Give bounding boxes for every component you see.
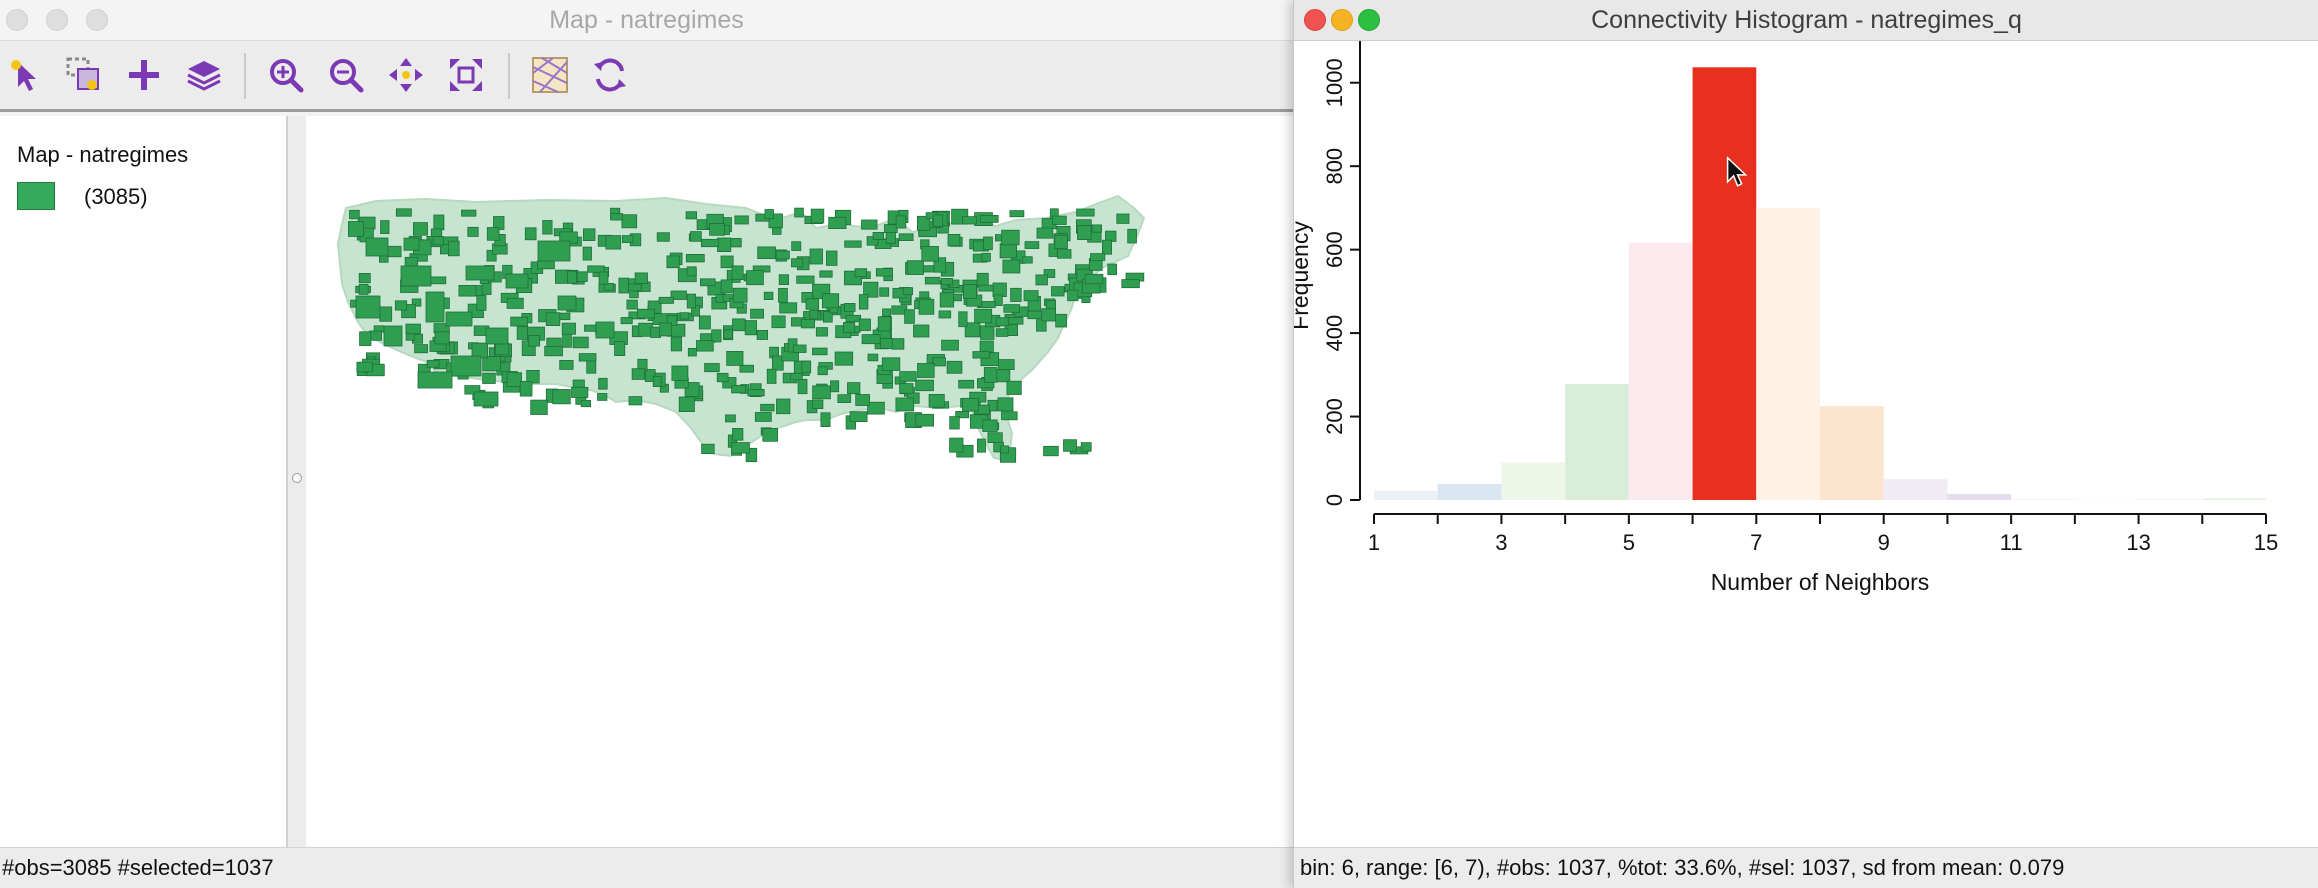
histogram-bar-4[interactable] (1565, 383, 1629, 500)
toolbar-separator (244, 53, 246, 99)
layers-icon (187, 61, 221, 91)
basemap-icon (532, 57, 568, 93)
add-layer-button[interactable] (122, 53, 166, 97)
histogram-status-bar: bin: 6, range: [6, 7), #obs: 1037, %tot:… (1294, 847, 2318, 888)
select-tool-button[interactable] (4, 53, 48, 97)
legend-swatch[interactable] (17, 182, 55, 210)
minimize-button[interactable] (1331, 9, 1353, 31)
x-tick-label: 5 (1623, 530, 1635, 555)
zoom-out-icon (330, 59, 364, 93)
y-tick-label: 800 (1322, 148, 1347, 185)
histogram-bar-3[interactable] (1501, 462, 1566, 500)
histogram-window-title: Connectivity Histogram - natregimes_q (1591, 6, 2022, 34)
fit-extent-button[interactable] (444, 53, 488, 97)
splitter-handle[interactable] (292, 473, 302, 483)
map-window-titlebar[interactable]: Map - natregimes (0, 0, 1293, 41)
histogram-window-titlebar[interactable]: Connectivity Histogram - natregimes_q (1294, 0, 2318, 41)
zoom-button[interactable] (1358, 9, 1380, 31)
histogram-bar-1[interactable] (1374, 490, 1438, 500)
histogram-bar-10[interactable] (1947, 494, 2012, 500)
layers-button[interactable] (182, 53, 226, 97)
zoom-out-button[interactable] (324, 53, 368, 97)
x-tick-label: 3 (1495, 530, 1507, 555)
pane-splitter[interactable] (288, 116, 306, 848)
histogram-bar-6[interactable] (1692, 67, 1757, 500)
legend-title: Map - natregimes (17, 142, 189, 167)
y-tick-label: 400 (1322, 315, 1347, 352)
histogram-bar-8[interactable] (1820, 406, 1884, 500)
minimize-button[interactable] (46, 9, 68, 31)
histogram-bar-13[interactable] (2138, 499, 2203, 500)
histogram-bar-14[interactable] (2202, 498, 2266, 500)
close-button[interactable] (6, 9, 28, 31)
x-tick-label: 13 (2126, 530, 2150, 555)
x-axis-label: Number of Neighbors (1711, 569, 1930, 595)
select-tool-icon (11, 60, 36, 91)
basemap-button[interactable] (528, 53, 572, 97)
map-window: Map - natregimes Map - natregimes (3085)… (0, 0, 1293, 888)
x-tick-label: 11 (2000, 530, 2023, 555)
map-canvas[interactable] (306, 116, 1293, 848)
histogram-bar-7[interactable] (1756, 207, 1820, 500)
us-county-map[interactable] (306, 116, 1293, 848)
toolbar-separator (508, 53, 510, 99)
y-tick-label: 0 (1322, 494, 1347, 506)
map-toolbar (0, 41, 1293, 112)
selection-shape-icon (66, 57, 99, 90)
refresh-button[interactable] (588, 53, 632, 97)
map-window-title: Map - natregimes (549, 6, 744, 34)
x-tick-label: 15 (2254, 530, 2278, 555)
map-legend[interactable]: Map - natregimes (3085) (0, 116, 288, 848)
map-status-bar: #obs=3085 #selected=1037 (0, 847, 1293, 888)
histogram-window: Connectivity Histogram - natregimes_q 0 2… (1293, 0, 2318, 888)
connectivity-histogram[interactable]: 020040060080010001 3 5 7 9 11 13 15 Number of N… (1294, 41, 2318, 848)
legend-count: (3085) (84, 184, 148, 209)
zoom-in-button[interactable] (264, 53, 308, 97)
histogram-bar-9[interactable] (1883, 479, 1948, 500)
y-tick-label: 1000 (1322, 58, 1347, 107)
y-tick-label: 200 (1322, 398, 1347, 435)
add-layer-icon (129, 60, 159, 90)
x-tick-label: 7 (1750, 530, 1762, 555)
y-axis-label: Frequency (1294, 221, 1313, 330)
y-tick-label: 600 (1322, 231, 1347, 268)
zoom-button[interactable] (86, 9, 108, 31)
close-button[interactable] (1304, 9, 1326, 31)
pan-button[interactable] (384, 53, 428, 97)
pan-icon (389, 58, 423, 92)
selection-shape-button[interactable] (62, 53, 106, 97)
histogram-bar-5[interactable] (1628, 242, 1693, 500)
fit-extent-icon (450, 59, 482, 91)
histogram-chart-area[interactable]: 0 200 400 600 800 1000 1 3 5 7 9 11 13 15 Number of N… (1294, 41, 2318, 848)
x-tick-label: 1 (1368, 530, 1380, 555)
histogram-bar-2[interactable] (1437, 484, 1502, 500)
refresh-icon (594, 58, 626, 92)
histogram-bar-11[interactable] (2011, 498, 2075, 500)
x-tick-label: 9 (1878, 530, 1890, 555)
zoom-in-icon (270, 59, 304, 93)
